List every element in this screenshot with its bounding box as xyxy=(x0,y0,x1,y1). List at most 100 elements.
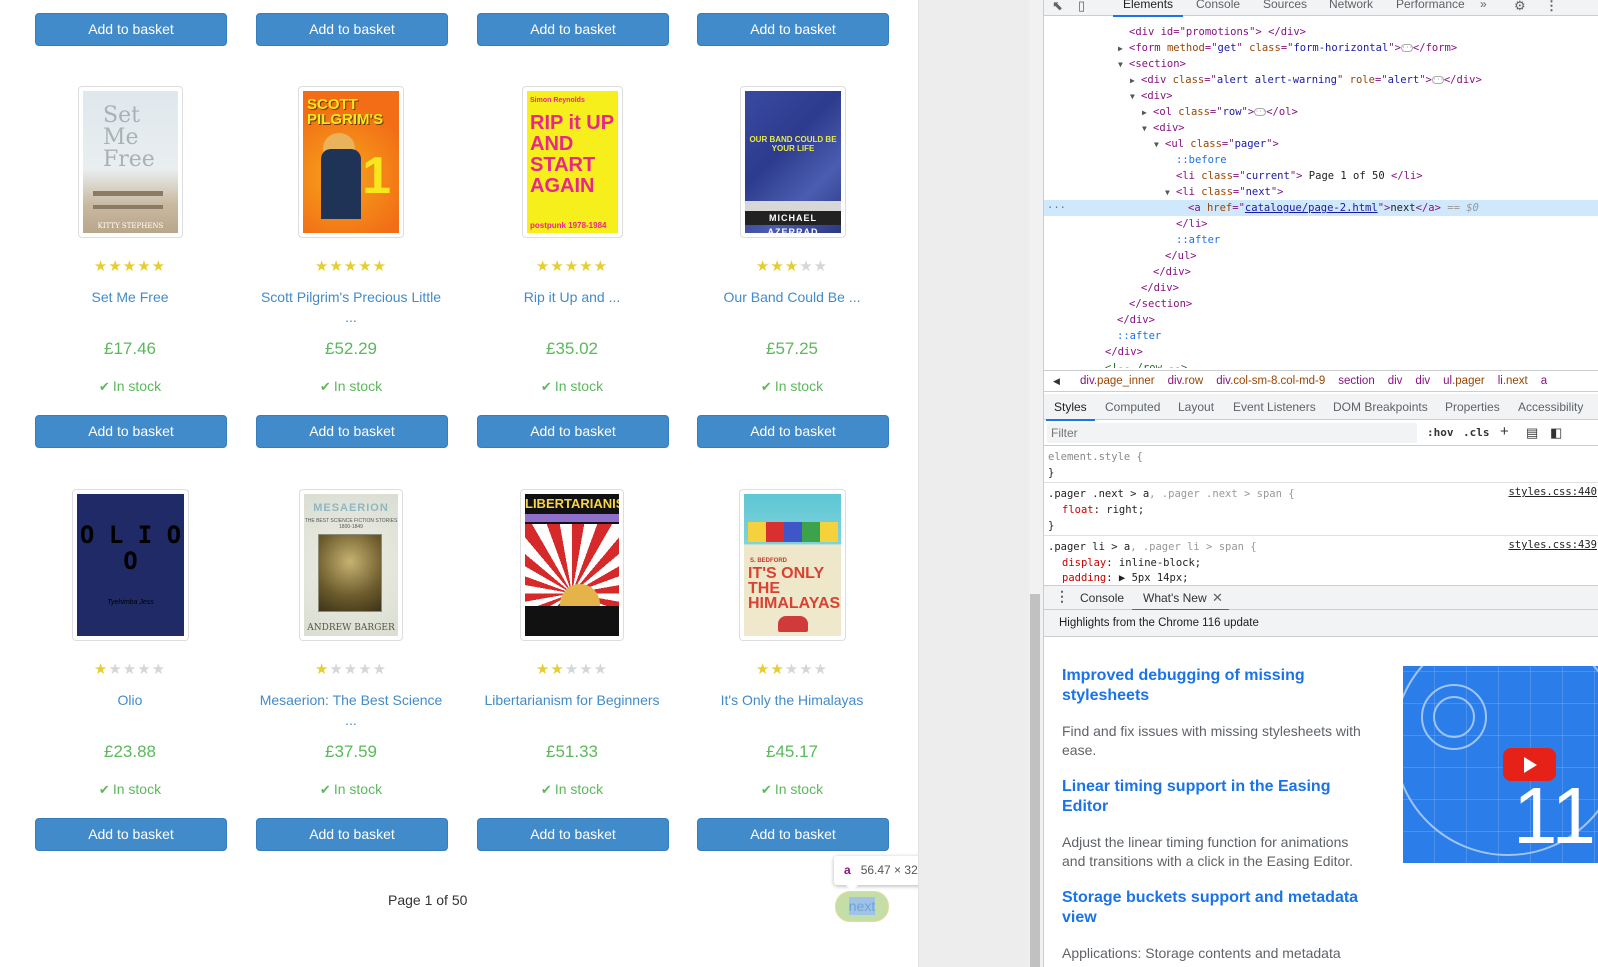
dom-node[interactable]: ▼ <div> xyxy=(1044,120,1598,136)
breadcrumb-item[interactable]: li.next xyxy=(1498,375,1528,387)
book-cover-link[interactable]: SCOTT PILGRIM'S 1 xyxy=(298,86,404,238)
book-cover-link[interactable]: LIBERTARIANISM xyxy=(520,489,624,641)
class-toggle[interactable]: .cls xyxy=(1463,426,1490,439)
dom-node[interactable]: ▼ <ul class="pager"> xyxy=(1044,136,1598,152)
rule-declaration[interactable]: display: inline-block; xyxy=(1062,555,1201,571)
toggle-sidebar-icon[interactable]: ◧ xyxy=(1550,425,1562,441)
breadcrumb-item[interactable]: div xyxy=(1388,375,1403,387)
dom-node[interactable]: </li> xyxy=(1044,216,1598,232)
tab-event-listeners[interactable]: Event Listeners xyxy=(1233,400,1316,414)
collapsed-ellipsis-icon[interactable]: ··· xyxy=(1400,44,1413,52)
breadcrumb-item[interactable]: div xyxy=(1415,375,1430,387)
add-to-basket-button[interactable]: Add to basket xyxy=(697,415,889,448)
node-actions-icon[interactable]: ··· xyxy=(1047,200,1066,216)
expand-triangle-icon[interactable]: ▶ xyxy=(1118,41,1129,57)
product-title-link[interactable]: Our Band Could Be ... xyxy=(682,287,902,307)
book-cover-link[interactable]: OUR BAND COULD BE YOUR LIFE MICHAEL AZER… xyxy=(740,86,846,238)
kebab-menu-icon[interactable]: ⋮ xyxy=(1545,0,1558,14)
tab-network[interactable]: Network xyxy=(1329,0,1373,11)
style-rule[interactable]: .pager .next > a, .pager .next > span { … xyxy=(1044,484,1598,536)
collapsed-ellipsis-icon[interactable]: ··· xyxy=(1431,76,1444,84)
dom-node[interactable]: </div> xyxy=(1044,264,1598,280)
tab-accessibility[interactable]: Accessibility xyxy=(1518,400,1583,414)
tab-computed[interactable]: Computed xyxy=(1105,400,1160,414)
rule-declaration[interactable]: float: right; xyxy=(1062,502,1144,518)
rule-declaration[interactable]: padding: ▶ 5px 14px; xyxy=(1062,570,1188,585)
dom-node[interactable]: </section> xyxy=(1044,296,1598,312)
drawer-menu-icon[interactable]: ⋮ xyxy=(1055,589,1069,603)
whats-new-item-title[interactable]: Improved debugging of missing stylesheet… xyxy=(1062,666,1362,706)
dom-node[interactable]: <div id="promotions"> </div> xyxy=(1044,24,1598,40)
product-title-link[interactable]: Olio xyxy=(20,690,240,710)
dom-node[interactable]: ▶ <ol class="row">···</ol> xyxy=(1044,104,1598,120)
inspect-element-icon[interactable]: ⬉ xyxy=(1052,0,1063,14)
breadcrumb-item[interactable]: section xyxy=(1338,375,1374,387)
more-tabs-icon[interactable]: » xyxy=(1480,0,1487,11)
whats-new-item-title[interactable]: Storage buckets support and metadata vie… xyxy=(1062,888,1362,928)
dom-node[interactable]: </div> xyxy=(1044,280,1598,296)
drawer-tab-console[interactable]: Console xyxy=(1080,591,1124,605)
drawer-tab-whats-new[interactable]: What's New xyxy=(1132,591,1229,611)
add-to-basket-button[interactable]: Add to basket xyxy=(256,818,448,851)
add-to-basket-button[interactable]: Add to basket xyxy=(477,13,669,46)
add-to-basket-button[interactable]: Add to basket xyxy=(697,818,889,851)
tab-dom-breakpoints[interactable]: DOM Breakpoints xyxy=(1333,400,1428,414)
product-title-link[interactable]: Scott Pilgrim's Precious Little... xyxy=(241,287,461,327)
expand-triangle-icon[interactable]: ▶ xyxy=(1130,73,1141,89)
tab-styles[interactable]: Styles xyxy=(1046,400,1095,421)
dom-node[interactable]: </ul> xyxy=(1044,248,1598,264)
add-to-basket-button[interactable]: Add to basket xyxy=(256,415,448,448)
product-title-link[interactable]: It's Only the Himalayas xyxy=(682,690,902,710)
collapse-triangle-icon[interactable]: ▼ xyxy=(1165,185,1176,201)
breadcrumb-item[interactable]: div.col-sm-8.col-md-9 xyxy=(1216,375,1325,387)
dom-pseudo-node[interactable]: ::before xyxy=(1044,152,1598,168)
collapse-triangle-icon[interactable]: ▼ xyxy=(1154,137,1165,153)
collapse-triangle-icon[interactable]: ▼ xyxy=(1130,89,1141,105)
paint-brush-icon[interactable]: ▤ xyxy=(1526,425,1538,441)
product-title-link[interactable]: Set Me Free xyxy=(20,287,240,307)
tab-sources[interactable]: Sources xyxy=(1263,0,1307,11)
device-toolbar-icon[interactable]: ▯ xyxy=(1078,0,1085,14)
tab-properties[interactable]: Properties xyxy=(1445,400,1500,414)
pager-next-link[interactable]: next xyxy=(835,891,889,922)
dom-node[interactable]: <li class="current"> Page 1 of 50 </li> xyxy=(1044,168,1598,184)
dom-node[interactable]: ▶ <form method="get" class="form-horizont… xyxy=(1044,40,1598,56)
add-to-basket-button[interactable]: Add to basket xyxy=(477,818,669,851)
add-to-basket-button[interactable]: Add to basket xyxy=(256,13,448,46)
dom-pseudo-node[interactable]: ::after xyxy=(1044,328,1598,344)
product-title-link[interactable]: Mesaerion: The Best Science... xyxy=(241,690,461,730)
add-to-basket-button[interactable]: Add to basket xyxy=(477,415,669,448)
rule-source-link[interactable]: styles.css:440 xyxy=(1508,486,1597,498)
collapsed-ellipsis-icon[interactable]: ··· xyxy=(1254,108,1267,116)
collapse-triangle-icon[interactable]: ▼ xyxy=(1142,121,1153,137)
new-style-rule-icon[interactable]: + xyxy=(1500,423,1509,440)
add-to-basket-button[interactable]: Add to basket xyxy=(35,818,227,851)
style-rule[interactable]: element.style { } xyxy=(1044,447,1598,483)
dom-href-link[interactable]: catalogue/page-2.html xyxy=(1245,202,1378,214)
collapse-triangle-icon[interactable]: ▼ xyxy=(1118,57,1129,73)
breadcrumb-item[interactable]: div.row xyxy=(1168,375,1204,387)
product-title-link[interactable]: Rip it Up and ... xyxy=(462,287,682,307)
dom-node[interactable]: ▼ <li class="next"> xyxy=(1044,184,1598,200)
tab-console[interactable]: Console xyxy=(1196,0,1240,11)
dom-node[interactable]: ▼ <section> xyxy=(1044,56,1598,72)
dom-comment[interactable]: <!-- /row --> xyxy=(1044,360,1598,368)
book-cover-link[interactable]: Set Me Free KITTY STEPHENS xyxy=(78,86,183,238)
dom-node[interactable]: </div> xyxy=(1044,312,1598,328)
rule-source-link[interactable]: styles.css:439 xyxy=(1508,539,1597,551)
tab-layout[interactable]: Layout xyxy=(1178,400,1214,414)
scrollbar-thumb[interactable] xyxy=(1030,594,1040,967)
breadcrumb-scroll-left-icon[interactable]: ◀ xyxy=(1053,371,1060,391)
breadcrumb-item[interactable]: a xyxy=(1541,375,1547,387)
dom-node[interactable]: ▼ <div> xyxy=(1044,88,1598,104)
dom-node[interactable]: </div> xyxy=(1044,344,1598,360)
hover-state-toggle[interactable]: :hov xyxy=(1427,426,1454,439)
book-cover-link[interactable]: S. BEDFORD IT'S ONLY THE HIMALAYAS xyxy=(739,489,846,641)
product-title-link[interactable]: Libertarianism for Beginners xyxy=(462,690,682,710)
add-to-basket-button[interactable]: Add to basket xyxy=(697,13,889,46)
whats-new-item-title[interactable]: Linear timing support in the Easing Edit… xyxy=(1062,777,1362,817)
book-cover-link[interactable]: O L I O O Tyehimba Jess xyxy=(72,489,189,641)
dom-node-selected[interactable]: ··· <a href="catalogue/page-2.html">next<… xyxy=(1044,200,1598,216)
add-to-basket-button[interactable]: Add to basket xyxy=(35,415,227,448)
style-rule[interactable]: .pager li > a, .pager li > span { styles… xyxy=(1044,537,1598,585)
